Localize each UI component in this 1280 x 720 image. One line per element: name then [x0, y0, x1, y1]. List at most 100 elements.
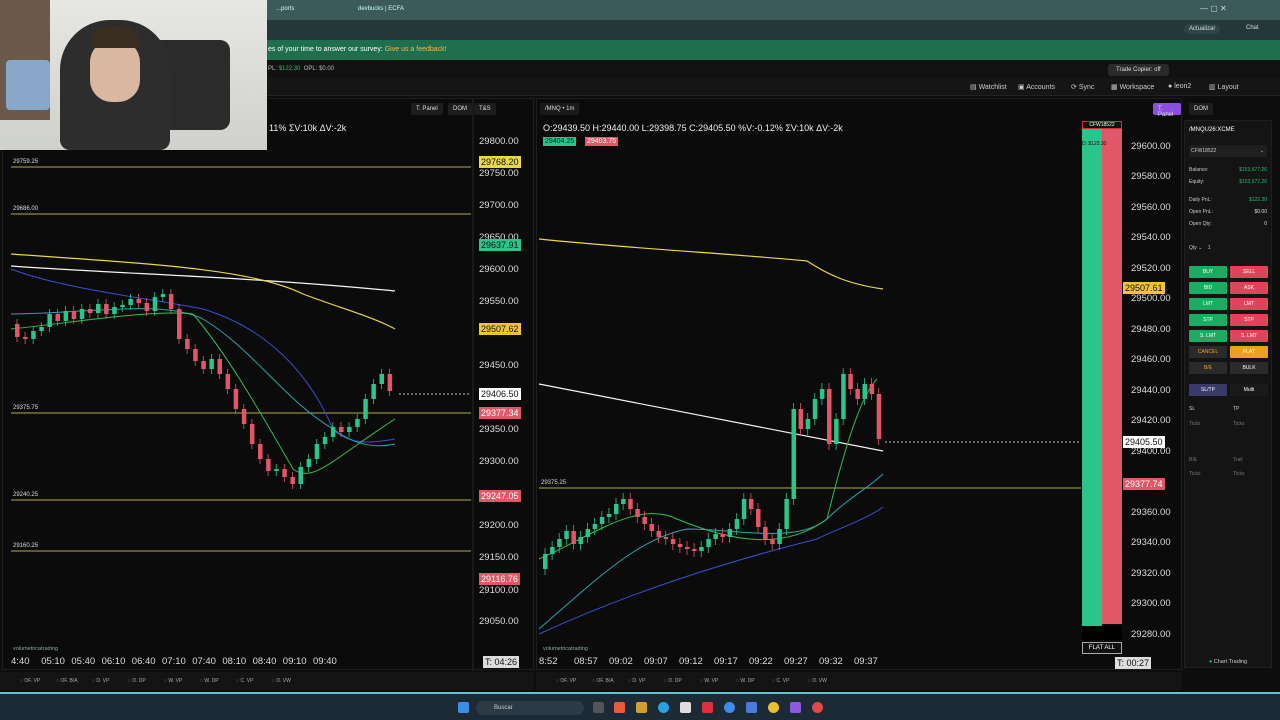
chat-button[interactable]: Chat: [1246, 25, 1259, 31]
left-candle: [120, 305, 125, 307]
left-study-5[interactable]: ◌ W. DP: [200, 678, 219, 684]
survey-link[interactable]: Give us a feedback!: [385, 46, 447, 53]
right-x-tick-3: 09:07: [644, 656, 668, 667]
right-study-3[interactable]: ◌ D. DP: [664, 678, 682, 684]
chrome-icon[interactable]: [768, 702, 779, 713]
current-price-tag: 29406.50: [479, 388, 521, 400]
update-button[interactable]: Actualizar: [1184, 24, 1221, 34]
cancel-button[interactable]: CANCEL: [1189, 346, 1227, 358]
folder-icon[interactable]: [636, 702, 647, 713]
right-candle: [834, 419, 839, 444]
ticks-row-1[interactable]: Ticks Ticks: [1189, 421, 1267, 427]
left-candle: [371, 384, 376, 399]
right-price-tag-3: 29377.74: [1123, 478, 1165, 490]
flat-button[interactable]: FLAT: [1230, 346, 1268, 358]
left-study-7[interactable]: ◌ D. VW: [272, 678, 291, 684]
sell-stop-button[interactable]: STP: [1230, 314, 1268, 326]
ticks-row-2[interactable]: Ticks Ticks: [1189, 471, 1267, 477]
right-study-5[interactable]: ◌ W. DP: [736, 678, 755, 684]
right-study-7[interactable]: ◌ D. VW: [808, 678, 827, 684]
right-candle: [599, 517, 605, 524]
multi-tab[interactable]: Multi: [1230, 384, 1268, 396]
left-study-1[interactable]: ◌ OF. B/A: [56, 678, 78, 684]
price-tag-5: 29377.34: [479, 407, 521, 419]
app-icon-2[interactable]: [702, 702, 713, 713]
right-candle: [720, 534, 725, 537]
app-icon-1[interactable]: [614, 702, 625, 713]
left-study-0[interactable]: ◌ OF. VP: [20, 678, 40, 684]
taskbar-search[interactable]: Buscar: [476, 701, 584, 715]
sl-tp-toggles[interactable]: SL TP: [1189, 406, 1267, 412]
start-icon[interactable]: [458, 702, 469, 713]
edge-icon[interactable]: [658, 702, 669, 713]
right-ma-yellow: [538, 238, 884, 290]
buy-stop-limit-button[interactable]: S. LMT: [1189, 330, 1227, 342]
left-candle: [282, 469, 287, 477]
sell-button[interactable]: SELL: [1230, 266, 1268, 278]
app-icon-5[interactable]: [812, 702, 823, 713]
right-y-tick-7: 29460.00: [1131, 354, 1171, 365]
left-study-6[interactable]: ◌ C. VP: [236, 678, 253, 684]
left-ma-teal: [10, 308, 396, 447]
op-account-select[interactable]: CFW18522 ⌄: [1189, 145, 1267, 157]
watchlist-button[interactable]: ▤ Watchlist: [970, 83, 1007, 91]
right-candle: [784, 499, 789, 529]
opl-value: $0.00: [319, 66, 335, 72]
workspace-button[interactable]: ▦ Workspace: [1111, 83, 1154, 91]
trade-copier-button[interactable]: Trade Copier: off: [1108, 64, 1169, 76]
app-icon-3[interactable]: [746, 702, 757, 713]
buy-button[interactable]: BUY: [1189, 266, 1227, 278]
left-y-tick-1: 29750.00: [479, 168, 519, 179]
buy-limit-button[interactable]: LMT: [1189, 298, 1227, 310]
right-study-1[interactable]: ◌ OF. B/A: [592, 678, 614, 684]
left-candle: [363, 399, 368, 419]
user-button[interactable]: ● leon2: [1168, 83, 1191, 90]
left-study-4[interactable]: ◌ W. VP: [164, 678, 182, 684]
store-icon[interactable]: [680, 702, 691, 713]
be-trail-row[interactable]: B/E Trail: [1189, 457, 1267, 463]
browser-tab-2[interactable]: devbucks | ECFA: [350, 2, 412, 18]
breakeven-button[interactable]: B/E: [1189, 362, 1227, 374]
app-icon-4[interactable]: [790, 702, 801, 713]
left-candle: [128, 299, 133, 305]
right-study-0[interactable]: ◌ OF. VP: [556, 678, 576, 684]
accounts-button[interactable]: ▣ Accounts: [1018, 83, 1055, 91]
left-ma-yellow: [10, 253, 396, 330]
flat-all-button[interactable]: FLAT ALL: [1082, 642, 1122, 654]
bulk-button[interactable]: BULK: [1230, 362, 1268, 374]
right-y-tick-15: 29280.00: [1131, 629, 1171, 640]
left-candle: [112, 307, 117, 314]
right-y-tick-6: 29480.00: [1131, 324, 1171, 335]
sltp-tab[interactable]: SL/TP: [1189, 384, 1227, 396]
left-study-2[interactable]: ◌ D. VP: [92, 678, 109, 684]
ask-button[interactable]: ASK: [1230, 282, 1268, 294]
op-qty-row[interactable]: Qty ⌄ 1: [1189, 245, 1267, 256]
op-symbol[interactable]: /MNQU26:XCME: [1189, 127, 1267, 133]
right-study-4[interactable]: ◌ W. VP: [700, 678, 718, 684]
right-bar-timer: T: 00:27: [1115, 657, 1152, 669]
bid-button[interactable]: BID: [1189, 282, 1227, 294]
window-controls[interactable]: — ▢ ✕: [1200, 4, 1227, 13]
left-candles[interactable]: [3, 99, 535, 671]
help-icon[interactable]: [724, 702, 735, 713]
sync-button[interactable]: ⟳ Sync: [1071, 83, 1094, 91]
sell-stop-limit-button[interactable]: S. LMT: [1230, 330, 1268, 342]
browser-tab-1[interactable]: ...ports: [268, 2, 302, 18]
taskview-icon[interactable]: [593, 702, 604, 713]
right-x-tick-6: 09:22: [749, 656, 773, 667]
left-y-tick-6: 29450.00: [479, 360, 519, 371]
left-candle: [249, 424, 255, 444]
chart-trading-status: ● Chart Trading: [1208, 659, 1248, 665]
layout-button[interactable]: ▥ Layout: [1209, 83, 1239, 91]
right-x-tick-4: 09:12: [679, 656, 703, 667]
right-y-tick-0: 29600.00: [1131, 141, 1171, 152]
right-dom-button[interactable]: DOM: [1189, 103, 1213, 115]
level-label-2: 29686.00: [13, 206, 39, 212]
left-study-3[interactable]: ◌ D. DP: [128, 678, 146, 684]
sell-limit-button[interactable]: LMT: [1230, 298, 1268, 310]
left-candle: [339, 427, 344, 432]
buy-stop-button[interactable]: STP: [1189, 314, 1227, 326]
right-study-2[interactable]: ◌ D. VP: [628, 678, 645, 684]
right-study-6[interactable]: ◌ C. VP: [772, 678, 789, 684]
right-chart-panel: /MNQ • 1m T. Panel DOM O:29439.50 H:2944…: [536, 98, 1213, 670]
